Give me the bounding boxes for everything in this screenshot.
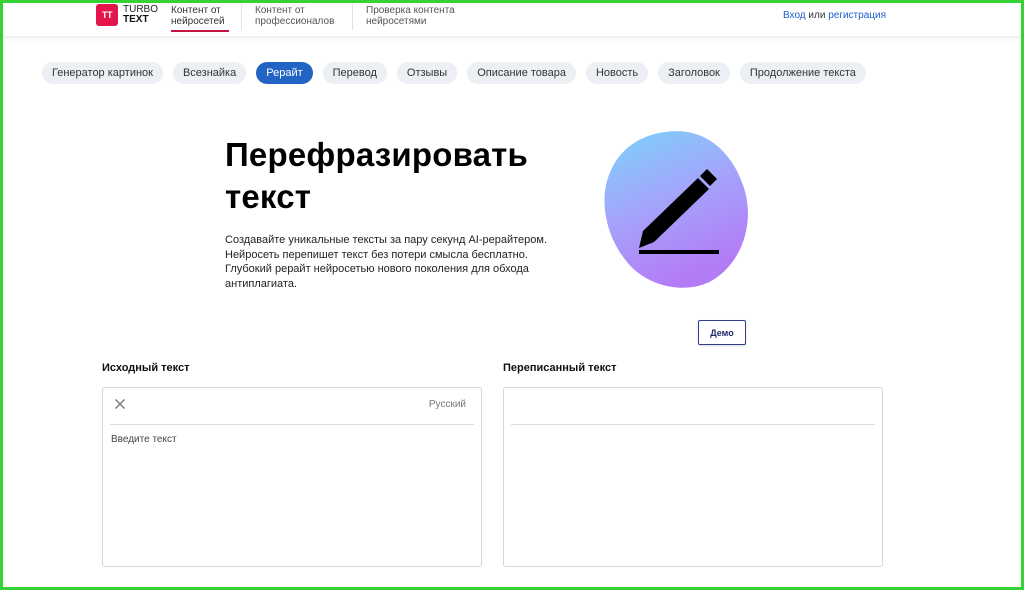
tab-image-generator[interactable]: Генератор картинок (42, 62, 163, 84)
tab-rewrite[interactable]: Рерайт (256, 62, 313, 84)
logo-badge: TT (96, 4, 118, 26)
top-header: TT TURBO TEXT Контент от нейросетей Конт… (0, 0, 1024, 36)
page-title: Перефразировать текст (225, 134, 605, 218)
tab-news[interactable]: Новость (585, 62, 649, 84)
auth-or-text: или (808, 10, 826, 21)
source-text-input[interactable]: Введите текст (111, 434, 177, 445)
nav-pro-content-line1: Контент от (255, 5, 305, 16)
logo-line2: TEXT (123, 14, 149, 25)
panel-divider (511, 424, 875, 425)
nav-pro-content-line2: профессионалов (255, 16, 335, 27)
description-line2: Нейросеть перепишет текст без потери смы… (225, 248, 528, 261)
page-description: Создавайте уникальные тексты за пару сек… (225, 233, 595, 291)
nav-ai-check-line2: нейросетями (366, 16, 427, 27)
nav-ai-check-line1: Проверка контента (366, 5, 455, 16)
tab-translate[interactable]: Перевод (322, 62, 387, 84)
source-text-label: Исходный текст (102, 362, 190, 374)
tool-tabs: Генератор картинок Всезнайка Рерайт Пере… (42, 62, 876, 84)
page-title-line1: Перефразировать (225, 136, 529, 173)
page-title-line2: текст (225, 178, 312, 215)
auth-links: Вход или регистрация (783, 10, 886, 21)
tab-text-continuation[interactable]: Продолжение текста (739, 62, 866, 84)
tab-know-it-all[interactable]: Всезнайка (172, 62, 247, 84)
nav-ai-content[interactable]: Контент от нейросетей (171, 5, 229, 32)
rewritten-text-panel (503, 387, 883, 567)
nav-ai-check[interactable]: Проверка контента нейросетями (366, 5, 455, 27)
register-link[interactable]: регистрация (828, 10, 886, 21)
nav-divider (241, 4, 242, 30)
pen-illustration (604, 131, 748, 288)
login-link[interactable]: Вход (783, 10, 806, 21)
source-text-panel[interactable]: Русский Введите текст (102, 387, 482, 567)
source-language-selector[interactable]: Русский (429, 399, 466, 410)
nav-ai-content-line1: Контент от (171, 5, 221, 16)
demo-button[interactable]: Демо (698, 320, 746, 345)
logo-text: TURBO TEXT (123, 5, 158, 25)
description-line1: Создавайте уникальные тексты за пару сек… (225, 234, 548, 246)
nav-ai-content-line2: нейросетей (171, 16, 225, 27)
nav-pro-content[interactable]: Контент от профессионалов (255, 5, 334, 27)
tab-product-description[interactable]: Описание товара (467, 62, 576, 84)
logo[interactable]: TT TURBO TEXT (96, 4, 158, 26)
description-line4: антиплагиата. (225, 277, 297, 290)
panel-divider (110, 424, 474, 425)
description-line3: Глубокий рерайт нейросетью нового поколе… (225, 263, 529, 275)
rewritten-text-label: Переписанный текст (503, 362, 617, 374)
tab-headline[interactable]: Заголовок (658, 62, 730, 84)
close-icon[interactable] (114, 398, 126, 410)
tab-reviews[interactable]: Отзывы (396, 62, 458, 84)
nav-divider (352, 4, 353, 30)
nav-active-underline (171, 30, 229, 32)
